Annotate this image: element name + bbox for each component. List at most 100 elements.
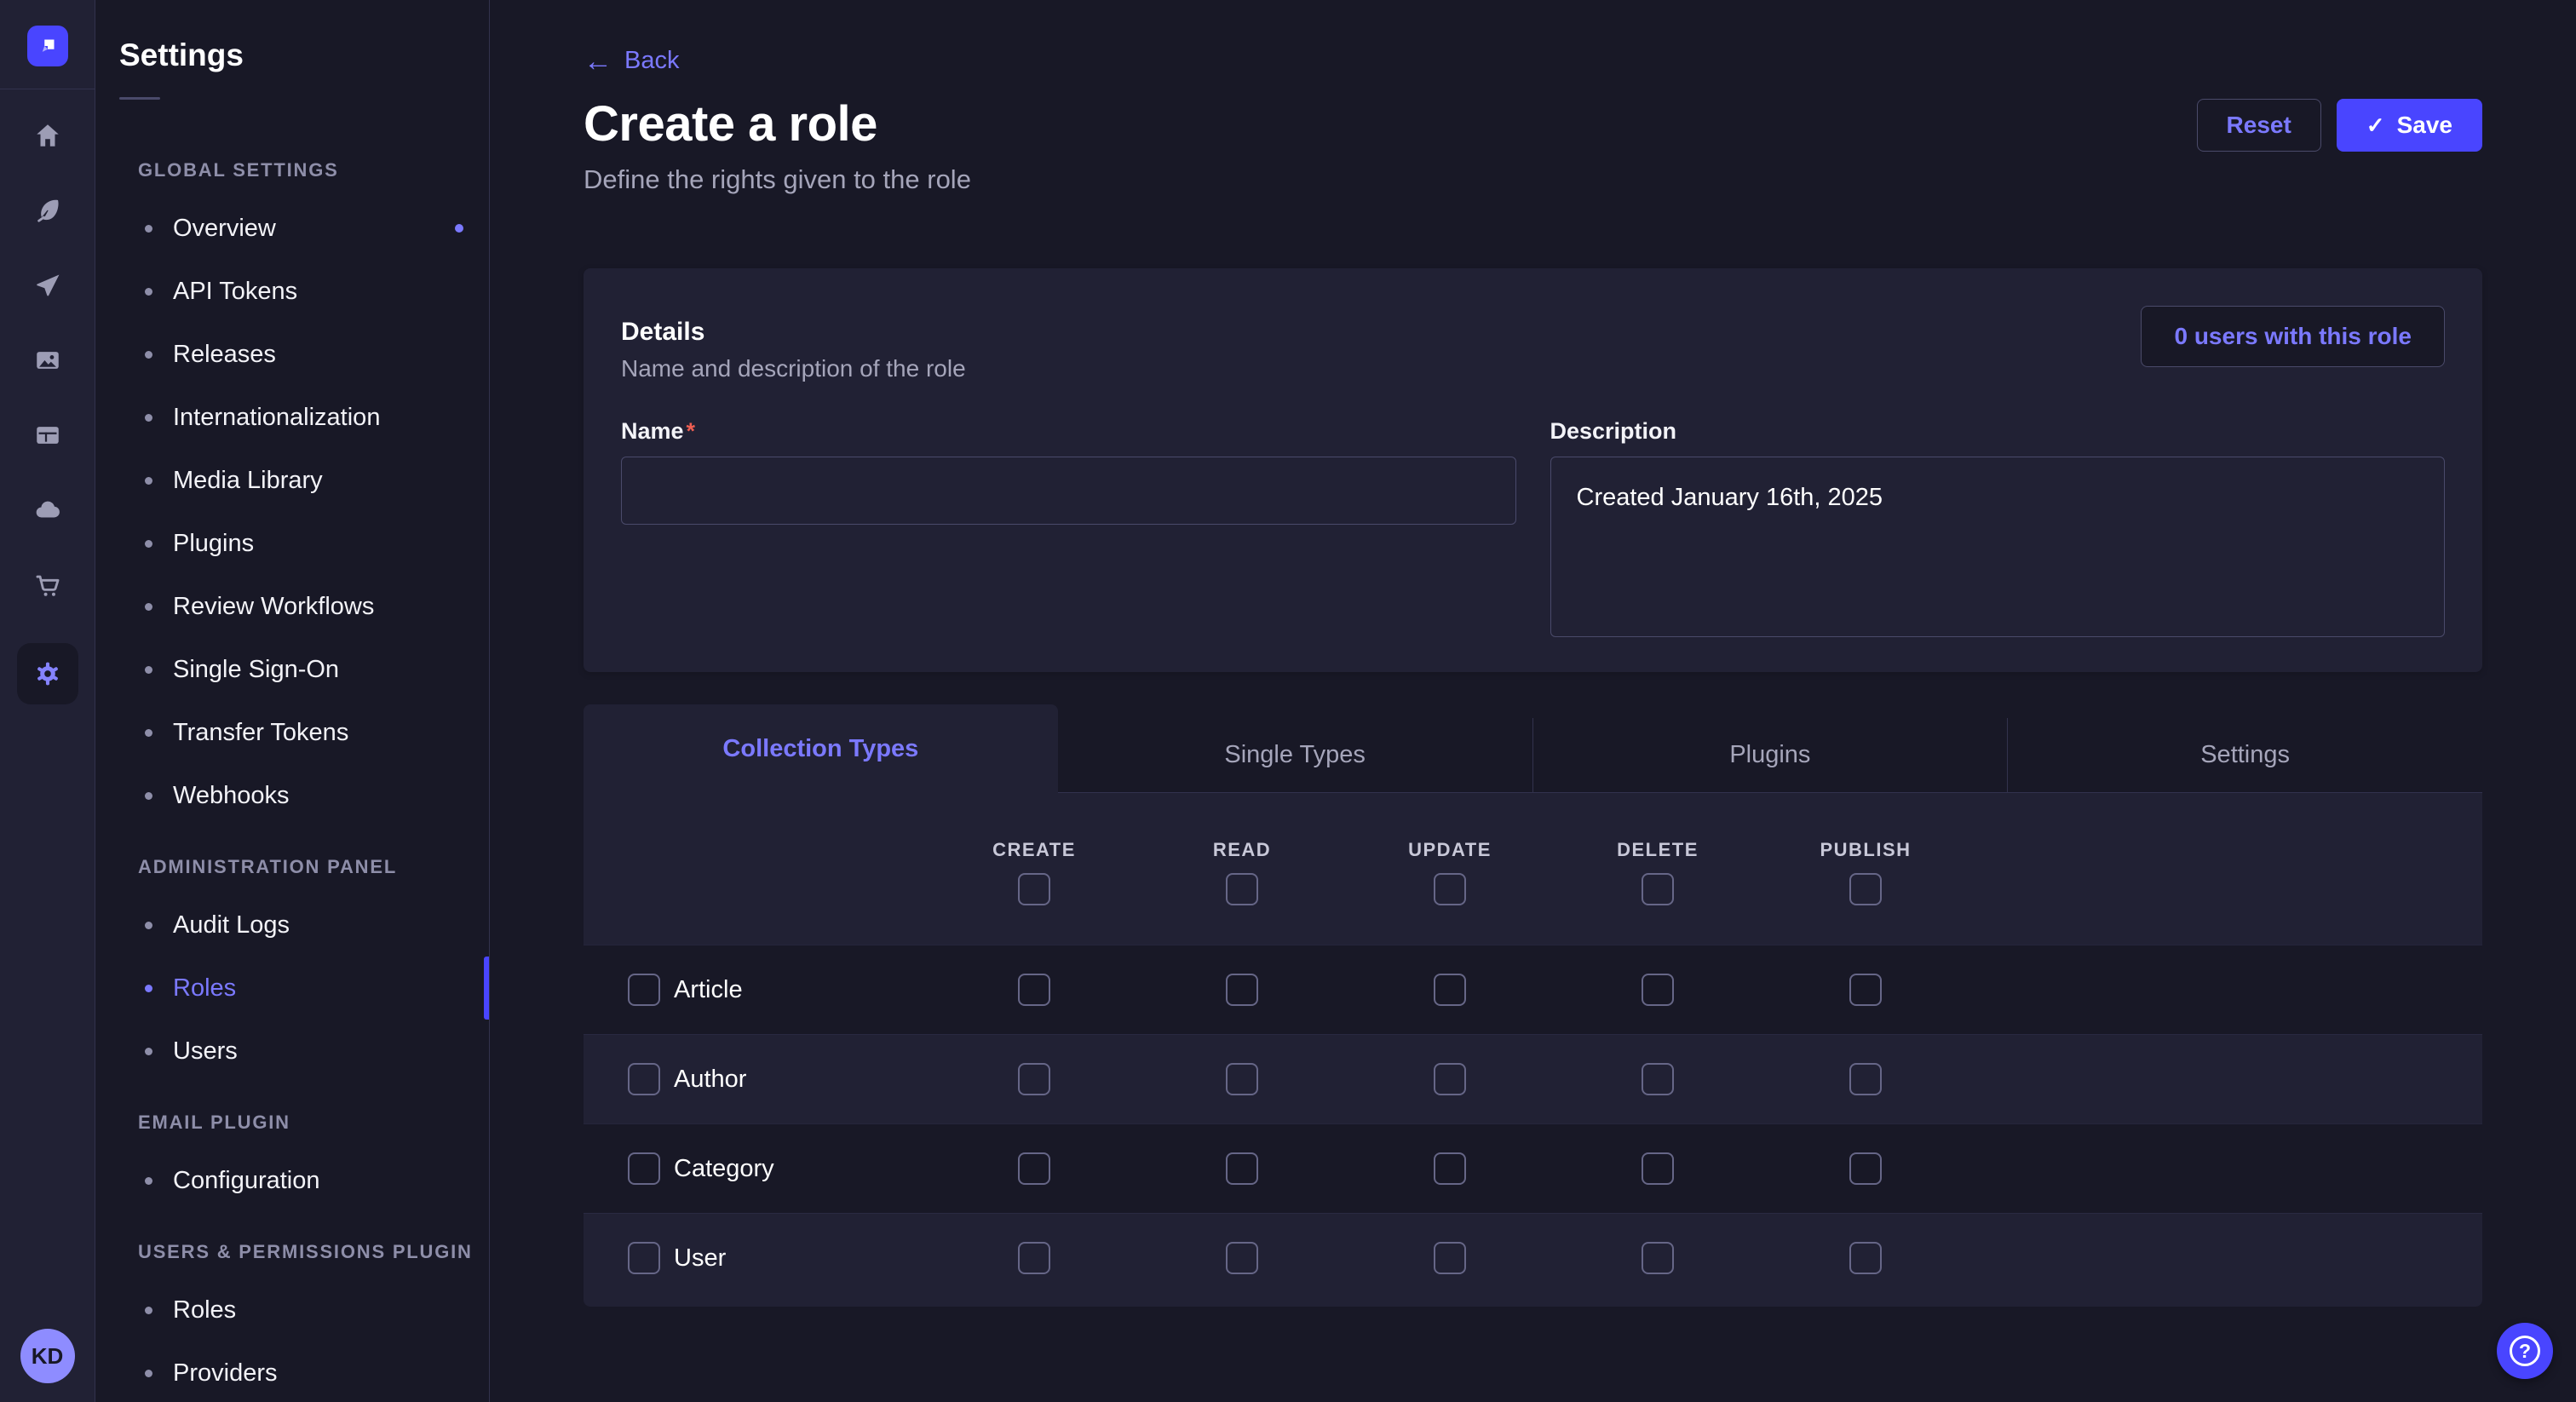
- checkbox-user-publish[interactable]: [1849, 1242, 1882, 1274]
- sidebar-item-webhooks[interactable]: Webhooks: [95, 764, 489, 827]
- help-button[interactable]: ?: [2497, 1323, 2553, 1379]
- checkbox-user-delete[interactable]: [1642, 1242, 1674, 1274]
- checkbox-author-read[interactable]: [1226, 1063, 1258, 1095]
- checkbox-category-create[interactable]: [1018, 1152, 1050, 1185]
- bullet-icon: [145, 666, 152, 674]
- checkbox-category-update[interactable]: [1434, 1152, 1466, 1185]
- checkbox-select-all-create[interactable]: [1018, 873, 1050, 905]
- sidebar-item-audit-logs[interactable]: Audit Logs: [95, 893, 489, 957]
- checkbox-user-create[interactable]: [1018, 1242, 1050, 1274]
- checkbox-select-all-update[interactable]: [1434, 873, 1466, 905]
- cloud-icon[interactable]: [31, 493, 65, 527]
- shopping-cart-icon[interactable]: [31, 568, 65, 602]
- permissions-panel: CREATE READ UPDATE DELETE: [584, 793, 2482, 1307]
- table-row-category: Category: [584, 1123, 2482, 1213]
- sidebar-item-internationalization[interactable]: Internationalization: [95, 386, 489, 449]
- layout-icon[interactable]: [31, 418, 65, 452]
- bullet-icon: [145, 603, 152, 611]
- settings-gear-icon[interactable]: [17, 643, 78, 704]
- section-users-permissions-plugin: USERS & PERMISSIONS PLUGIN: [138, 1241, 489, 1263]
- bullet-icon: [145, 1370, 152, 1377]
- checkbox-article-read[interactable]: [1226, 974, 1258, 1006]
- sidebar-item-plugins[interactable]: Plugins: [95, 512, 489, 575]
- description-label: Description: [1550, 418, 1677, 444]
- back-link[interactable]: ← Back: [584, 47, 679, 75]
- strapi-logo[interactable]: [27, 26, 68, 66]
- checkbox-select-category[interactable]: [628, 1152, 660, 1185]
- checkbox-article-delete[interactable]: [1642, 974, 1674, 1006]
- checkbox-author-update[interactable]: [1434, 1063, 1466, 1095]
- checkbox-select-user[interactable]: [628, 1242, 660, 1274]
- checkbox-select-all-publish[interactable]: [1849, 873, 1882, 905]
- sidebar-item-roles-admin[interactable]: Roles: [95, 957, 489, 1020]
- name-label: Name*: [621, 418, 695, 444]
- table-row-user: User: [584, 1213, 2482, 1302]
- logo-section: [0, 0, 95, 89]
- sidebar-item-releases[interactable]: Releases: [95, 323, 489, 386]
- sidebar-item-overview[interactable]: Overview: [95, 197, 489, 260]
- sidebar-item-media-library[interactable]: Media Library: [95, 449, 489, 512]
- header-filler: [1969, 793, 2482, 945]
- paper-plane-icon[interactable]: [31, 268, 65, 302]
- media-picture-icon[interactable]: [31, 343, 65, 377]
- checkbox-select-article[interactable]: [628, 974, 660, 1006]
- checkbox-article-publish[interactable]: [1849, 974, 1882, 1006]
- checkbox-category-read[interactable]: [1226, 1152, 1258, 1185]
- checkbox-category-delete[interactable]: [1642, 1152, 1674, 1185]
- users-with-role-button[interactable]: 0 users with this role: [2141, 306, 2445, 367]
- sidebar-item-review-workflows[interactable]: Review Workflows: [95, 575, 489, 638]
- permissions-header-row: CREATE READ UPDATE DELETE: [584, 793, 2482, 945]
- row-user-label-cell: User: [584, 1242, 930, 1274]
- checkbox-article-update[interactable]: [1434, 974, 1466, 1006]
- checkbox-user-update[interactable]: [1434, 1242, 1466, 1274]
- checkbox-user-read[interactable]: [1226, 1242, 1258, 1274]
- table-row-author: Author: [584, 1034, 2482, 1123]
- checkbox-author-delete[interactable]: [1642, 1063, 1674, 1095]
- rail-icons: [17, 118, 78, 704]
- checkbox-select-author[interactable]: [628, 1063, 660, 1095]
- checkbox-author-publish[interactable]: [1849, 1063, 1882, 1095]
- description-textarea[interactable]: Created January 16th, 2025: [1550, 457, 2446, 637]
- header-spacer: [584, 793, 930, 945]
- bullet-icon: [145, 477, 152, 485]
- checkbox-category-publish[interactable]: [1849, 1152, 1882, 1185]
- sidebar-item-api-tokens[interactable]: API Tokens: [95, 260, 489, 323]
- checkbox-select-all-read[interactable]: [1226, 873, 1258, 905]
- sidebar-item-configuration[interactable]: Configuration: [95, 1149, 489, 1212]
- global-settings-list: Overview API Tokens Releases Internation…: [95, 197, 489, 827]
- sidebar-item-single-sign-on[interactable]: Single Sign-On: [95, 638, 489, 701]
- feather-pen-icon[interactable]: [31, 193, 65, 227]
- page-header: Create a role Define the rights given to…: [584, 95, 2482, 195]
- page-subtitle: Define the rights given to the role: [584, 164, 971, 195]
- app-window: KD Settings GLOBAL SETTINGS Overview API…: [0, 0, 2576, 1402]
- tab-settings[interactable]: Settings: [2007, 718, 2482, 793]
- checkbox-article-create[interactable]: [1018, 974, 1050, 1006]
- reset-button[interactable]: Reset: [2197, 99, 2321, 152]
- home-icon[interactable]: [31, 118, 65, 152]
- sidebar-item-roles-up[interactable]: Roles: [95, 1278, 489, 1342]
- notification-dot: [455, 224, 463, 233]
- section-email-plugin: EMAIL PLUGIN: [138, 1112, 489, 1134]
- bullet-icon: [145, 1307, 152, 1314]
- details-subtitle: Name and description of the role: [621, 355, 966, 382]
- active-item-indicator: [484, 957, 489, 1020]
- sidebar-item-transfer-tokens[interactable]: Transfer Tokens: [95, 701, 489, 764]
- user-avatar[interactable]: KD: [20, 1329, 75, 1383]
- checkbox-author-create[interactable]: [1018, 1063, 1050, 1095]
- bullet-icon: [145, 1177, 152, 1185]
- row-author-label-cell: Author: [584, 1063, 930, 1095]
- required-asterisk: *: [687, 418, 696, 444]
- sidebar-item-users[interactable]: Users: [95, 1020, 489, 1083]
- tab-collection-types[interactable]: Collection Types: [584, 704, 1058, 793]
- name-input[interactable]: [621, 457, 1516, 525]
- details-fields: Name* Description Created January 16th, …: [621, 418, 2445, 641]
- users-permissions-list: Roles Providers: [95, 1278, 489, 1402]
- tab-plugins[interactable]: Plugins: [1532, 718, 2008, 793]
- save-button[interactable]: ✓ Save: [2337, 99, 2482, 152]
- column-delete: DELETE: [1554, 793, 1762, 945]
- sidebar-item-providers[interactable]: Providers: [95, 1342, 489, 1402]
- tab-single-types[interactable]: Single Types: [1058, 718, 1532, 793]
- subnav-title: Settings: [95, 0, 489, 73]
- checkbox-select-all-delete[interactable]: [1642, 873, 1674, 905]
- icon-rail: KD: [0, 0, 95, 1402]
